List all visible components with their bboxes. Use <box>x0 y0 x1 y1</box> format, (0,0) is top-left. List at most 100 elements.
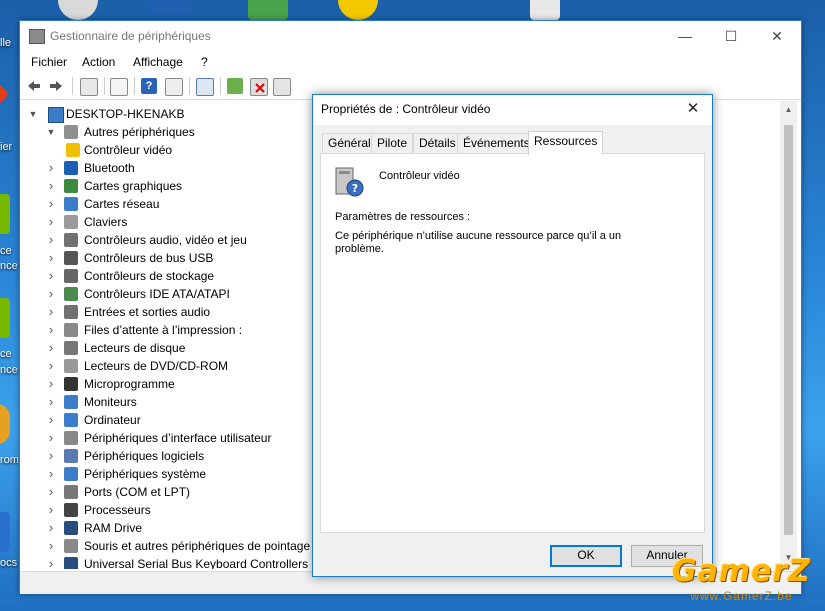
scan-hardware-icon[interactable] <box>196 78 214 96</box>
tree-item-label: Lecteurs de DVD/CD-ROM <box>84 359 229 373</box>
chevron-right-icon[interactable]: › <box>46 375 56 393</box>
chevron-right-icon[interactable]: › <box>46 177 56 195</box>
menu-affichage[interactable]: Affichage <box>133 55 183 69</box>
chevron-right-icon[interactable]: › <box>46 303 56 321</box>
ok-button[interactable]: OK <box>550 545 622 567</box>
desktop-icon-docs[interactable] <box>0 512 10 552</box>
ide-icon <box>64 287 78 301</box>
chevron-right-icon[interactable]: › <box>46 195 56 213</box>
chevron-right-icon[interactable]: › <box>46 357 56 375</box>
desktop-icon-norton[interactable] <box>338 0 378 20</box>
view-icon[interactable] <box>165 78 183 96</box>
chevron-down-icon[interactable]: ▼ <box>28 105 38 123</box>
tree-item-label: Claviers <box>84 215 128 229</box>
maximize-button[interactable]: ☐ <box>708 21 754 51</box>
tree-root-label: DESKTOP-HKENAKB <box>66 107 185 121</box>
chevron-right-icon[interactable]: › <box>46 267 56 285</box>
scroll-up-arrow[interactable]: ▲ <box>780 105 797 114</box>
desktop-icon-nvidia[interactable] <box>0 298 10 338</box>
uninstall-device-icon[interactable] <box>250 78 268 96</box>
chevron-right-icon[interactable]: › <box>46 555 56 569</box>
processor-icon <box>64 503 78 517</box>
tab-general[interactable]: Général <box>322 133 377 154</box>
tree-item-label: Contrôleur vidéo <box>84 143 173 157</box>
desktop-icon-app[interactable] <box>248 0 288 20</box>
toolbar-separator <box>72 77 73 95</box>
tab-ressources[interactable]: Ressources <box>528 131 604 155</box>
desktop-icon-app[interactable] <box>58 0 98 20</box>
chevron-down-icon[interactable]: ▼ <box>46 123 56 141</box>
dialog-title: Propriétés de : Contrôleur vidéo <box>321 102 491 116</box>
forward-arrow-icon[interactable] <box>48 78 64 94</box>
tree-item-label: RAM Drive <box>84 521 143 535</box>
desktop-icon-label: lle <box>0 37 12 49</box>
tree-item-label: Cartes graphiques <box>84 179 183 193</box>
desktop-icon-label: ier <box>0 141 13 153</box>
firmware-icon <box>64 377 78 391</box>
desktop-icon-app[interactable] <box>0 82 10 106</box>
back-arrow-icon[interactable] <box>26 78 42 94</box>
properties-dialog: Propriétés de : Contrôleur vidéo ✕ Génér… <box>312 94 713 577</box>
chevron-right-icon[interactable]: › <box>46 321 56 339</box>
chevron-right-icon[interactable]: › <box>46 501 56 519</box>
properties-console-icon[interactable] <box>80 78 98 96</box>
chevron-right-icon[interactable]: › <box>46 447 56 465</box>
chevron-right-icon[interactable]: › <box>46 339 56 357</box>
chevron-right-icon[interactable]: › <box>46 393 56 411</box>
desktop-icon-label: rom <box>0 454 19 466</box>
menu-bar: Fichier Action Affichage ? <box>20 52 801 72</box>
menu-help[interactable]: ? <box>201 55 208 69</box>
bluetooth-icon <box>64 161 78 175</box>
chevron-right-icon[interactable]: › <box>46 519 56 537</box>
watermark-logo: GamerZ <box>671 554 811 589</box>
desktop-icon-app[interactable] <box>150 0 190 20</box>
usb-keyboard-icon <box>64 557 78 569</box>
scrollbar-thumb[interactable] <box>784 125 793 535</box>
desktop-icon-label: ocs <box>0 557 18 569</box>
toolbar-separator <box>134 77 135 95</box>
chevron-right-icon[interactable]: › <box>46 249 56 267</box>
tree-item-label: Cartes réseau <box>84 197 160 211</box>
unknown-device-warning-icon: ? <box>333 166 365 198</box>
title-bar[interactable]: Gestionnaire de périphériques — ☐ ✕ <box>20 21 801 51</box>
display-adapter-icon <box>64 179 78 193</box>
watermark-url: www.GamerZ.be <box>690 589 793 603</box>
dialog-close-button[interactable]: ✕ <box>680 97 706 121</box>
update-driver-icon[interactable] <box>227 78 243 94</box>
close-button[interactable]: ✕ <box>754 21 800 51</box>
tree-item-label: Entrées et sorties audio <box>84 305 211 319</box>
tab-evenements[interactable]: Événements <box>457 133 536 154</box>
properties-icon[interactable] <box>110 78 128 96</box>
device-manager-icon <box>29 29 45 44</box>
menu-fichier[interactable]: Fichier <box>31 55 67 69</box>
desktop-icon-nvidia[interactable] <box>0 194 10 234</box>
tree-item-label: Files d’attente à l’impression : <box>84 323 243 337</box>
chevron-right-icon[interactable]: › <box>46 537 56 555</box>
desktop-icon-file[interactable] <box>530 0 560 20</box>
tree-item-label: Autres périphériques <box>84 125 195 139</box>
desktop-icon-chrome[interactable] <box>0 404 10 444</box>
desktop-icon-label: nce <box>0 364 18 376</box>
tab-details[interactable]: Détails <box>413 133 462 154</box>
chevron-right-icon[interactable]: › <box>46 159 56 177</box>
chevron-right-icon[interactable]: › <box>46 465 56 483</box>
help-icon[interactable]: ? <box>141 78 157 94</box>
vertical-scrollbar[interactable]: ▲ ▼ <box>780 101 797 569</box>
toolbar-separator <box>104 77 105 95</box>
resource-message: Ce périphérique n’utilise aucune ressour… <box>335 230 622 255</box>
minimize-button[interactable]: — <box>662 21 708 51</box>
chevron-right-icon[interactable]: › <box>46 231 56 249</box>
enable-device-icon[interactable] <box>273 78 291 96</box>
chevron-right-icon[interactable]: › <box>46 285 56 303</box>
chevron-right-icon[interactable]: › <box>46 429 56 447</box>
desktop-icon-label: ce <box>0 348 12 360</box>
window-title: Gestionnaire de périphériques <box>50 29 211 43</box>
chevron-right-icon[interactable]: › <box>46 483 56 501</box>
tree-item-label: Contrôleurs de stockage <box>84 269 215 283</box>
port-icon <box>64 485 78 499</box>
tab-pilote[interactable]: Pilote <box>371 133 414 154</box>
svg-text:?: ? <box>352 182 358 195</box>
chevron-right-icon[interactable]: › <box>46 213 56 231</box>
chevron-right-icon[interactable]: › <box>46 411 56 429</box>
menu-action[interactable]: Action <box>82 55 115 69</box>
